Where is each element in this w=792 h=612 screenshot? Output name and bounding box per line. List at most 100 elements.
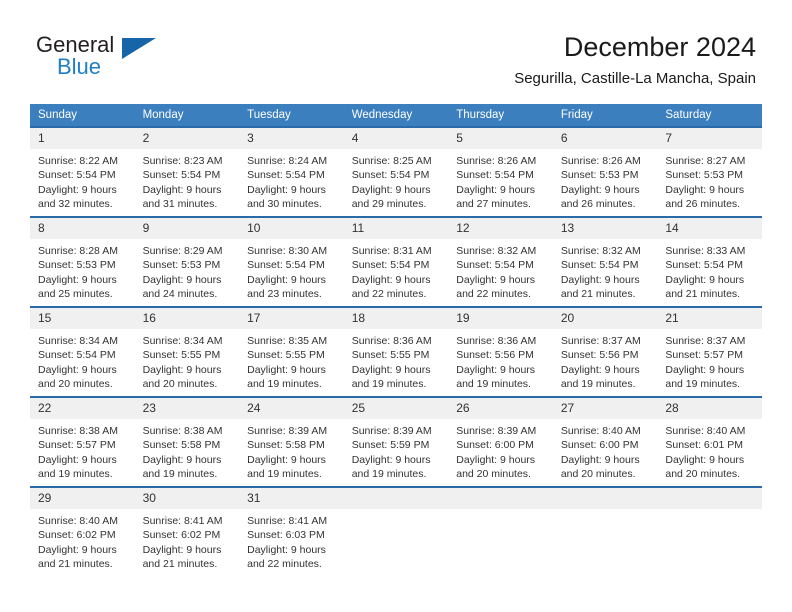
day-number: 31	[239, 488, 344, 509]
day-number: 1	[30, 128, 135, 149]
day-number: 6	[552, 128, 658, 149]
calendar-day-cell[interactable]: 14 Sunrise: 8:33 AM Sunset: 5:54 PM Dayligh…	[657, 216, 762, 307]
sunrise-text: Sunrise: 8:26 AM	[560, 155, 641, 167]
day-number	[343, 488, 449, 509]
calendar-day-cell[interactable]: 26 Sunrise: 8:39 AM Sunset: 6:00 PM Dayligh…	[448, 396, 553, 487]
day-number: 16	[134, 308, 240, 329]
daylight-text-line2: and 19 minutes.	[665, 378, 741, 391]
sunrise-text: Sunrise: 8:40 AM	[38, 515, 118, 527]
daylight-text-line1: Daylight: 9 hours	[142, 453, 222, 466]
day-details: Sunrise: 8:28 AM Sunset: 5:53 PM Daylight:…	[30, 239, 135, 302]
daylight-text-line1: Daylight: 9 hours	[38, 183, 117, 196]
daylight-text-line1: Daylight: 9 hours	[560, 363, 640, 376]
sunset-text: Sunset: 5:54 PM	[38, 169, 116, 182]
daylight-text-line1: Daylight: 9 hours	[351, 183, 431, 196]
calendar-week-row: 29 Sunrise: 8:40 AM Sunset: 6:02 PM Dayligh…	[30, 486, 762, 576]
day-number: 30	[134, 488, 240, 509]
calendar-day-cell[interactable]: 19 Sunrise: 8:36 AM Sunset: 5:56 PM Dayligh…	[448, 306, 553, 397]
day-details: Sunrise: 8:26 AM Sunset: 5:54 PM Daylight:…	[448, 149, 553, 212]
weekday-header-wednesday: Wednesday	[343, 104, 449, 127]
calendar-day-cell[interactable]: 15 Sunrise: 8:34 AM Sunset: 5:54 PM Dayligh…	[30, 306, 135, 397]
calendar-day-cell[interactable]: 29 Sunrise: 8:40 AM Sunset: 6:02 PM Dayligh…	[30, 486, 135, 576]
daylight-text-line2: and 19 minutes.	[142, 468, 218, 481]
calendar-day-cell[interactable]: 20 Sunrise: 8:37 AM Sunset: 5:56 PM Dayligh…	[552, 306, 658, 397]
calendar-day-cell[interactable]: 31 Sunrise: 8:41 AM Sunset: 6:03 PM Dayligh…	[239, 486, 344, 576]
day-number: 2	[134, 128, 240, 149]
sunset-text: Sunset: 5:54 PM	[560, 259, 639, 272]
sunrise-text: Sunrise: 8:36 AM	[456, 335, 537, 347]
day-details: Sunrise: 8:41 AM Sunset: 6:02 PM Daylight:…	[135, 509, 240, 572]
daylight-text-line2: and 19 minutes.	[247, 378, 322, 391]
calendar-table: Sunday Monday Tuesday Wednesday Thursday…	[30, 104, 762, 576]
calendar-day-cell[interactable]: 3 Sunrise: 8:24 AM Sunset: 5:54 PM Daylight…	[239, 126, 344, 217]
sunset-text: Sunset: 5:53 PM	[560, 169, 639, 182]
day-details: Sunrise: 8:33 AM Sunset: 5:54 PM Daylight:…	[657, 239, 762, 302]
daylight-text-line2: and 21 minutes.	[142, 558, 218, 571]
day-details: Sunrise: 8:29 AM Sunset: 5:53 PM Daylight:…	[135, 239, 240, 302]
calendar-day-cell[interactable]: 13 Sunrise: 8:32 AM Sunset: 5:54 PM Dayligh…	[552, 216, 658, 307]
calendar-day-cell[interactable]: 1 Sunrise: 8:22 AM Sunset: 5:54 PM Daylight…	[30, 126, 135, 217]
day-number: 23	[134, 398, 240, 419]
calendar-day-cell[interactable]: 24 Sunrise: 8:39 AM Sunset: 5:58 PM Dayligh…	[239, 396, 344, 487]
calendar-day-cell[interactable]: 6 Sunrise: 8:26 AM Sunset: 5:53 PM Daylight…	[552, 126, 658, 217]
daylight-text-line2: and 20 minutes.	[38, 378, 113, 391]
calendar-day-cell[interactable]: 4 Sunrise: 8:25 AM Sunset: 5:54 PM Daylight…	[343, 126, 449, 217]
daylight-text-line1: Daylight: 9 hours	[560, 453, 640, 466]
page-header: General Blue December 2024 Segurilla, Ca…	[0, 0, 792, 100]
calendar-day-cell[interactable]: 25 Sunrise: 8:39 AM Sunset: 5:59 PM Dayligh…	[343, 396, 449, 487]
calendar-day-cell[interactable]: 30 Sunrise: 8:41 AM Sunset: 6:02 PM Dayligh…	[134, 486, 240, 576]
day-number: 29	[30, 488, 135, 509]
calendar-day-cell[interactable]: 10 Sunrise: 8:30 AM Sunset: 5:54 PM Dayligh…	[239, 216, 344, 307]
calendar-day-cell-empty	[448, 486, 553, 576]
calendar-day-cell[interactable]: 27 Sunrise: 8:40 AM Sunset: 6:00 PM Dayligh…	[552, 396, 658, 487]
daylight-text-line1: Daylight: 9 hours	[38, 453, 117, 466]
daylight-text-line2: and 20 minutes.	[142, 378, 218, 391]
calendar-day-cell[interactable]: 12 Sunrise: 8:32 AM Sunset: 5:54 PM Dayligh…	[448, 216, 553, 307]
day-number: 8	[30, 218, 135, 239]
weekday-header-tuesday: Tuesday	[239, 104, 344, 127]
calendar-day-cell[interactable]: 16 Sunrise: 8:34 AM Sunset: 5:55 PM Dayligh…	[134, 306, 240, 397]
weekday-header-friday: Friday	[552, 104, 658, 127]
sunrise-text: Sunrise: 8:37 AM	[665, 335, 746, 347]
calendar-day-cell[interactable]: 28 Sunrise: 8:40 AM Sunset: 6:01 PM Dayligh…	[657, 396, 762, 487]
calendar-day-cell[interactable]: 23 Sunrise: 8:38 AM Sunset: 5:58 PM Dayligh…	[134, 396, 240, 487]
daylight-text-line1: Daylight: 9 hours	[665, 273, 745, 286]
day-number: 27	[552, 398, 658, 419]
calendar-day-cell[interactable]: 5 Sunrise: 8:26 AM Sunset: 5:54 PM Daylight…	[448, 126, 553, 217]
day-details: Sunrise: 8:40 AM Sunset: 6:00 PM Daylight:…	[553, 419, 658, 482]
calendar-day-cell[interactable]: 9 Sunrise: 8:29 AM Sunset: 5:53 PM Daylight…	[134, 216, 240, 307]
sunset-text: Sunset: 6:02 PM	[38, 529, 116, 542]
daylight-text-line1: Daylight: 9 hours	[38, 273, 117, 286]
daylight-text-line2: and 26 minutes.	[665, 198, 741, 211]
daylight-text-line1: Daylight: 9 hours	[142, 363, 222, 376]
day-details: Sunrise: 8:22 AM Sunset: 5:54 PM Daylight:…	[30, 149, 135, 212]
sunset-text: Sunset: 5:57 PM	[665, 349, 744, 362]
daylight-text-line1: Daylight: 9 hours	[665, 363, 745, 376]
sunrise-text: Sunrise: 8:23 AM	[142, 155, 223, 167]
calendar-day-cell[interactable]: 11 Sunrise: 8:31 AM Sunset: 5:54 PM Dayligh…	[343, 216, 449, 307]
sunset-text: Sunset: 5:54 PM	[142, 169, 221, 182]
day-details: Sunrise: 8:27 AM Sunset: 5:53 PM Daylight:…	[657, 149, 762, 212]
sunrise-text: Sunrise: 8:41 AM	[142, 515, 223, 527]
calendar-day-cell[interactable]: 8 Sunrise: 8:28 AM Sunset: 5:53 PM Daylight…	[30, 216, 135, 307]
day-details: Sunrise: 8:38 AM Sunset: 5:57 PM Daylight:…	[30, 419, 135, 482]
calendar-day-cell[interactable]: 17 Sunrise: 8:35 AM Sunset: 5:55 PM Dayligh…	[239, 306, 344, 397]
calendar-day-cell[interactable]: 2 Sunrise: 8:23 AM Sunset: 5:54 PM Daylight…	[134, 126, 240, 217]
daylight-text-line2: and 24 minutes.	[142, 288, 218, 301]
daylight-text-line2: and 19 minutes.	[351, 468, 427, 481]
calendar-page: General Blue December 2024 Segurilla, Ca…	[0, 0, 792, 612]
day-number: 12	[448, 218, 553, 239]
sunset-text: Sunset: 6:00 PM	[560, 439, 639, 452]
calendar-day-cell[interactable]: 7 Sunrise: 8:27 AM Sunset: 5:53 PM Daylight…	[657, 126, 762, 217]
daylight-text-line2: and 20 minutes.	[665, 468, 741, 481]
day-details: Sunrise: 8:40 AM Sunset: 6:01 PM Daylight:…	[657, 419, 762, 482]
calendar-day-cell[interactable]: 22 Sunrise: 8:38 AM Sunset: 5:57 PM Dayligh…	[30, 396, 135, 487]
calendar-day-cell[interactable]: 21 Sunrise: 8:37 AM Sunset: 5:57 PM Dayligh…	[657, 306, 762, 397]
sunrise-text: Sunrise: 8:33 AM	[665, 245, 746, 257]
daylight-text-line1: Daylight: 9 hours	[456, 453, 536, 466]
day-details: Sunrise: 8:36 AM Sunset: 5:56 PM Daylight:…	[448, 329, 553, 392]
sunrise-text: Sunrise: 8:40 AM	[560, 425, 641, 437]
calendar-day-cell[interactable]: 18 Sunrise: 8:36 AM Sunset: 5:55 PM Dayligh…	[343, 306, 449, 397]
general-blue-logo[interactable]: General Blue	[36, 33, 236, 88]
weekday-header-saturday: Saturday	[657, 104, 762, 127]
